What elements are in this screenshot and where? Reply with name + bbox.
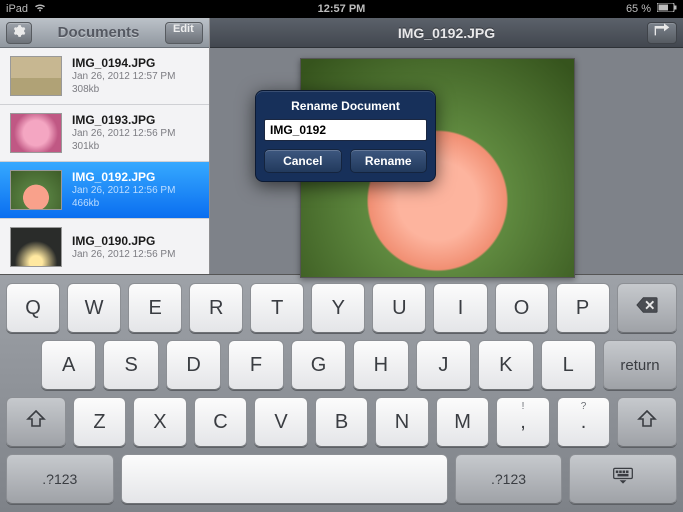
document-thumbnail	[10, 113, 62, 153]
share-button[interactable]	[647, 22, 677, 44]
status-time: 12:57 PM	[318, 3, 366, 15]
document-item[interactable]: IMG_0190.JPG Jan 26, 2012 12:56 PM	[0, 219, 209, 274]
carrier-label: iPad	[6, 3, 28, 15]
key-symbols[interactable]: .?123	[455, 454, 563, 504]
key-f[interactable]: F	[228, 340, 283, 390]
sidebar-header: Documents Edit	[0, 18, 209, 48]
key-g[interactable]: G	[291, 340, 346, 390]
document-size: 301kb	[72, 140, 199, 153]
key-shift[interactable]	[617, 397, 677, 447]
backspace-icon	[636, 296, 658, 320]
dialog-title: Rename Document	[264, 99, 427, 113]
key-k[interactable]: K	[478, 340, 533, 390]
cancel-button[interactable]: Cancel	[264, 149, 342, 173]
key-y[interactable]: Y	[311, 283, 365, 333]
key-backspace[interactable]	[617, 283, 677, 333]
key-s[interactable]: S	[103, 340, 158, 390]
key-u[interactable]: U	[372, 283, 426, 333]
key-symbols[interactable]: .?123	[6, 454, 114, 504]
share-icon	[654, 23, 670, 42]
document-thumbnail	[10, 170, 62, 210]
document-date: Jan 26, 2012 12:56 PM	[72, 127, 199, 140]
key-p[interactable]: P	[556, 283, 610, 333]
key-o[interactable]: O	[495, 283, 549, 333]
document-name: IMG_0193.JPG	[72, 113, 199, 127]
key-period[interactable]: ?.	[557, 397, 611, 447]
document-size: 308kb	[72, 83, 199, 96]
document-thumbnail	[10, 56, 62, 96]
onscreen-keyboard: Q W E R T Y U I O P A S D F G H J K L re…	[0, 274, 683, 512]
document-name: IMG_0192.JPG	[72, 170, 199, 184]
key-v[interactable]: V	[254, 397, 308, 447]
document-size: 466kb	[72, 197, 199, 210]
document-name: IMG_0194.JPG	[72, 56, 199, 70]
rename-dialog: Rename Document Cancel Rename	[255, 90, 436, 182]
key-c[interactable]: C	[194, 397, 248, 447]
key-r[interactable]: R	[189, 283, 243, 333]
rename-input[interactable]	[264, 119, 427, 141]
document-date: Jan 26, 2012 12:57 PM	[72, 70, 199, 83]
battery-icon	[657, 3, 677, 15]
key-i[interactable]: I	[433, 283, 487, 333]
key-e[interactable]: E	[128, 283, 182, 333]
key-h[interactable]: H	[353, 340, 408, 390]
key-space[interactable]	[121, 454, 448, 504]
key-t[interactable]: T	[250, 283, 304, 333]
document-list: IMG_0194.JPG Jan 26, 2012 12:57 PM 308kb…	[0, 48, 209, 274]
key-z[interactable]: Z	[73, 397, 127, 447]
viewer-header: IMG_0192.JPG	[210, 18, 683, 48]
key-a[interactable]: A	[41, 340, 96, 390]
key-shift[interactable]	[6, 397, 66, 447]
key-m[interactable]: M	[436, 397, 490, 447]
key-q[interactable]: Q	[6, 283, 60, 333]
sidebar-title: Documents	[32, 24, 165, 41]
document-item[interactable]: IMG_0192.JPG Jan 26, 2012 12:56 PM 466kb	[0, 162, 209, 219]
key-comma[interactable]: !,	[496, 397, 550, 447]
document-date: Jan 26, 2012 12:56 PM	[72, 248, 199, 261]
key-x[interactable]: X	[133, 397, 187, 447]
key-hide-keyboard[interactable]	[569, 454, 677, 504]
document-name: IMG_0190.JPG	[72, 234, 199, 248]
hide-keyboard-icon	[612, 467, 634, 491]
viewer-title: IMG_0192.JPG	[246, 25, 647, 41]
rename-button[interactable]: Rename	[350, 149, 428, 173]
shift-icon	[636, 410, 658, 434]
shift-icon	[25, 410, 47, 434]
document-item[interactable]: IMG_0193.JPG Jan 26, 2012 12:56 PM 301kb	[0, 105, 209, 162]
key-j[interactable]: J	[416, 340, 471, 390]
gear-icon	[12, 24, 26, 41]
document-date: Jan 26, 2012 12:56 PM	[72, 184, 199, 197]
key-n[interactable]: N	[375, 397, 429, 447]
key-d[interactable]: D	[166, 340, 221, 390]
key-w[interactable]: W	[67, 283, 121, 333]
document-thumbnail	[10, 227, 62, 267]
key-l[interactable]: L	[541, 340, 596, 390]
edit-button[interactable]: Edit	[165, 22, 203, 44]
settings-button[interactable]	[6, 22, 32, 44]
battery-label: 65 %	[626, 3, 651, 15]
status-bar: iPad 12:57 PM 65 %	[0, 0, 683, 18]
key-b[interactable]: B	[315, 397, 369, 447]
key-return[interactable]: return	[603, 340, 677, 390]
sidebar: Documents Edit IMG_0194.JPG Jan 26, 2012…	[0, 18, 210, 274]
wifi-icon	[34, 3, 46, 15]
document-item[interactable]: IMG_0194.JPG Jan 26, 2012 12:57 PM 308kb	[0, 48, 209, 105]
